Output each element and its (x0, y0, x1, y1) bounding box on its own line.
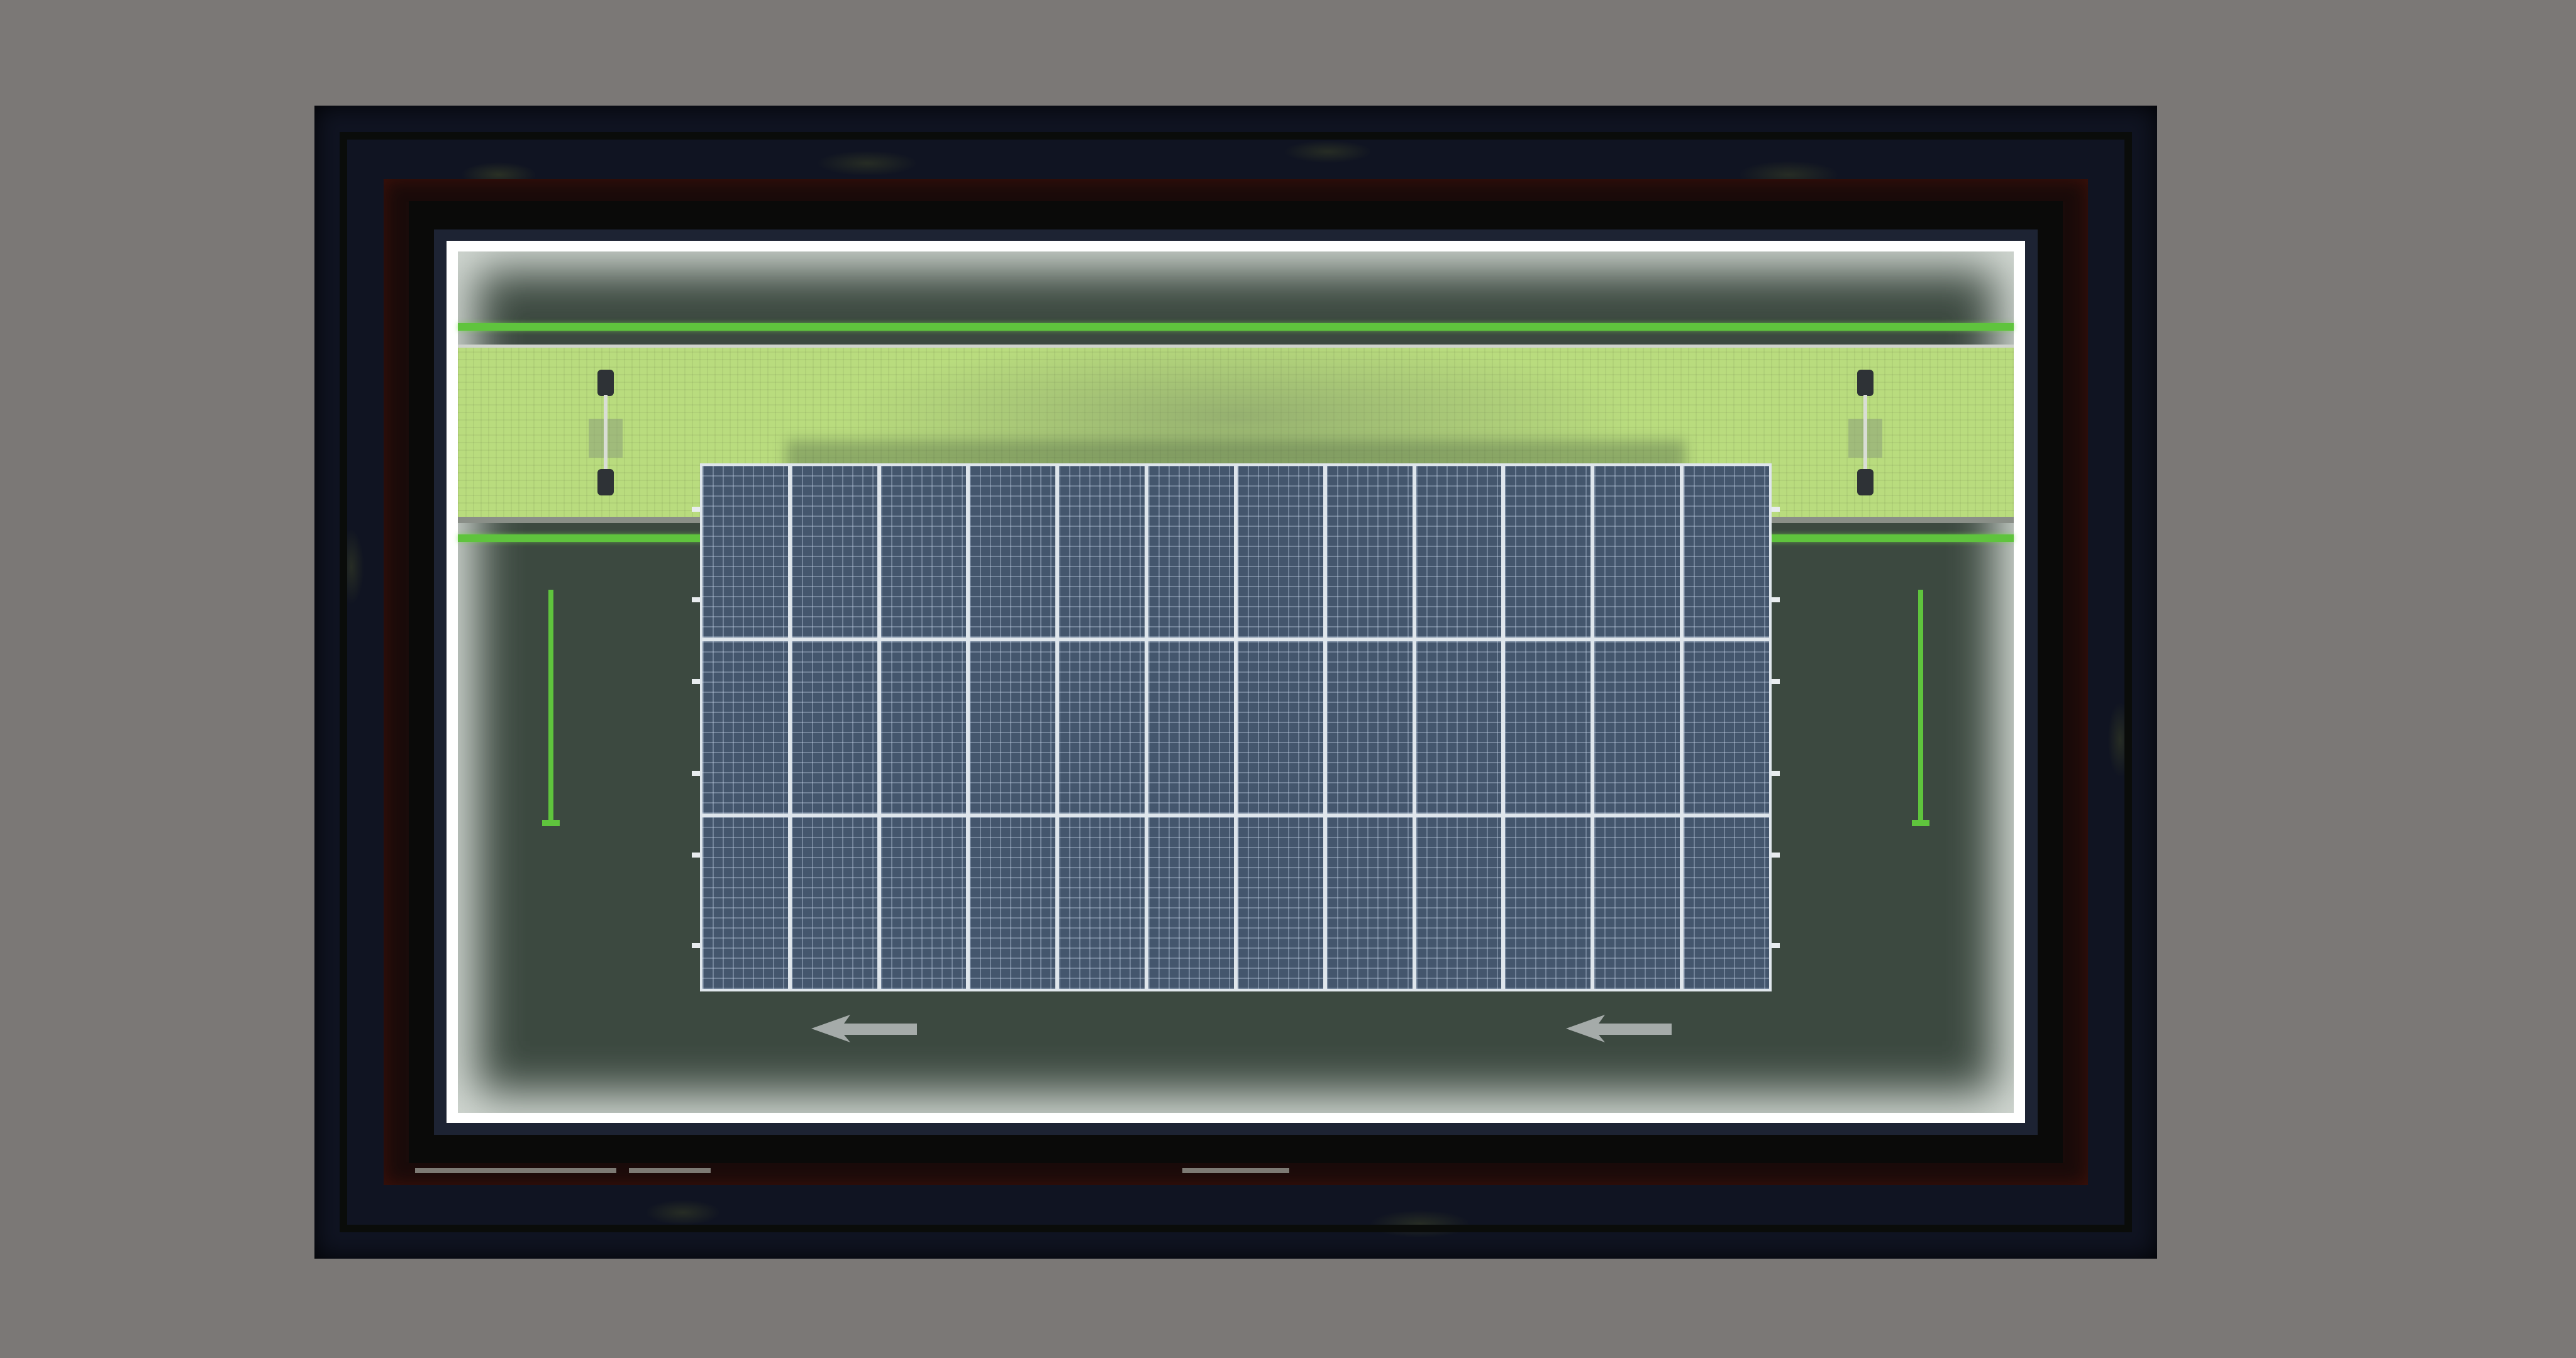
mount-bracket (692, 771, 701, 776)
solar-panel (791, 817, 877, 989)
solar-panel (702, 641, 788, 814)
solar-panel (1059, 641, 1145, 814)
solar-panel (1416, 641, 1502, 814)
arrow-left-icon (1566, 1015, 1673, 1042)
solar-panel (880, 641, 967, 814)
charger-pad (1857, 469, 1874, 495)
solar-panel (1148, 466, 1234, 638)
mount-bracket (1771, 507, 1780, 512)
solar-panel (1684, 817, 1769, 989)
mount-bracket (692, 943, 701, 948)
solar-panel (1326, 817, 1413, 989)
solar-panel (1326, 641, 1413, 814)
stall-marker-right (1912, 590, 1929, 829)
solar-panel (1594, 817, 1680, 989)
charger-pad (1857, 370, 1874, 396)
stall-marker-bar (548, 590, 553, 822)
solar-panel (1684, 466, 1769, 638)
solar-panel (970, 466, 1056, 638)
stall-marker-left (542, 590, 560, 829)
mount-bracket (1771, 679, 1780, 684)
mount-bracket (692, 853, 701, 858)
solar-panel (702, 466, 788, 638)
mount-bracket (1771, 943, 1780, 948)
stall-marker-foot (1912, 820, 1929, 826)
charger-stem (604, 395, 608, 470)
charger-stem (1863, 395, 1867, 470)
solar-panel (1326, 466, 1413, 638)
solar-panel (1416, 466, 1502, 638)
charger-icon[interactable] (589, 370, 623, 495)
frame-plate (415, 1168, 616, 1173)
solar-panel (1505, 817, 1591, 989)
stall-marker-bar (1918, 590, 1923, 822)
mount-bracket (692, 597, 701, 602)
solar-panel (1416, 817, 1502, 989)
solar-panel (1148, 641, 1234, 814)
charger-icon[interactable] (1848, 370, 1882, 495)
solar-panel (1594, 466, 1680, 638)
mount-bracket (692, 679, 701, 684)
solar-panel (1059, 817, 1145, 989)
solar-panel (1237, 817, 1323, 989)
mount-bracket (692, 507, 701, 512)
solar-panel (1237, 466, 1323, 638)
solar-panel (880, 817, 967, 989)
lane-line-top (458, 323, 2014, 331)
mount-bracket (1771, 853, 1780, 858)
frame-plate (629, 1168, 711, 1173)
charger-pad (597, 370, 614, 396)
solar-panel (970, 641, 1056, 814)
solar-panel (1505, 641, 1591, 814)
solar-panel (1237, 641, 1323, 814)
solar-panel (1594, 641, 1680, 814)
arrow-left-icon (811, 1015, 918, 1042)
solar-panel-array[interactable] (700, 463, 1772, 991)
solar-panel (791, 466, 877, 638)
mount-bracket (1771, 771, 1780, 776)
solar-panel (791, 641, 877, 814)
solar-panel (1059, 466, 1145, 638)
mount-bracket (1771, 597, 1780, 602)
solar-panel (1684, 641, 1769, 814)
stall-marker-foot (542, 820, 560, 826)
solar-panel (880, 466, 967, 638)
solar-panel (702, 817, 788, 989)
solar-panel (1505, 466, 1591, 638)
charger-pad (597, 469, 614, 495)
frame-plate (1182, 1168, 1289, 1173)
solar-panel (970, 817, 1056, 989)
solar-panel (1148, 817, 1234, 989)
